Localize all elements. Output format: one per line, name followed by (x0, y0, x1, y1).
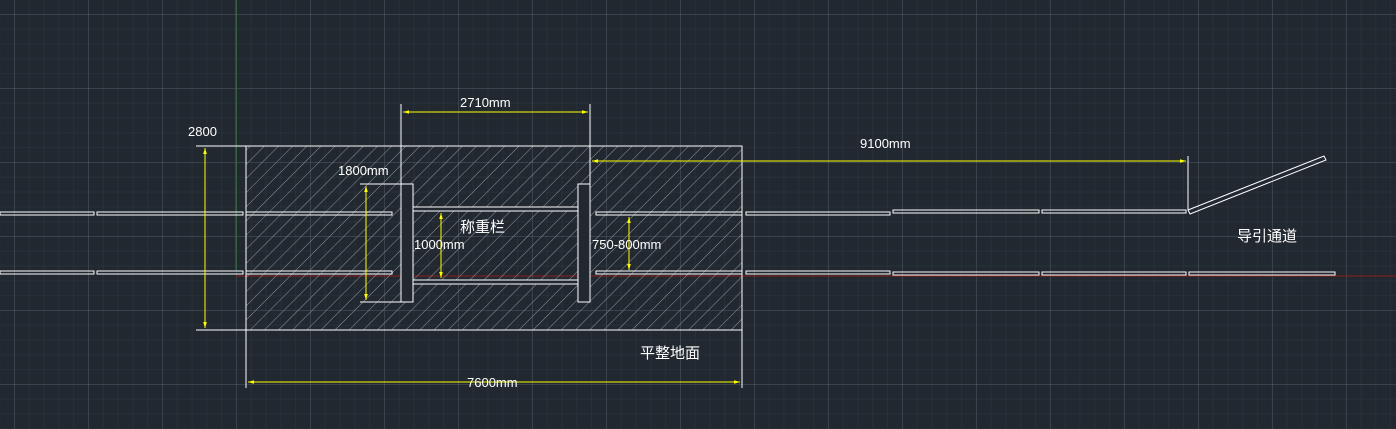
lead-channel-rail[interactable] (1187, 155, 1327, 215)
dim-height-total: 2800 (188, 124, 217, 139)
dim-lead-length: 9100mm (860, 136, 911, 151)
label-ground: 平整地面 (640, 344, 700, 362)
dim-inner-width: 1000mm (414, 237, 465, 252)
dim-scale-length: 2710mm (460, 95, 511, 110)
dim-scale-height: 1800mm (338, 163, 389, 178)
label-scale-rail: 称重栏 (460, 218, 505, 236)
dim-width-total: 7600mm (467, 375, 518, 390)
flat-ground-area[interactable] (245, 145, 743, 331)
cad-canvas[interactable]: 2800 7600mm 2710mm 1800mm 1000mm 750-800… (0, 0, 1396, 429)
label-lead-channel: 导引通道 (1237, 227, 1297, 245)
cad-drawing: 2800 7600mm 2710mm 1800mm 1000mm 750-800… (0, 0, 1396, 390)
dim-lane-width: 750-800mm (592, 237, 661, 252)
